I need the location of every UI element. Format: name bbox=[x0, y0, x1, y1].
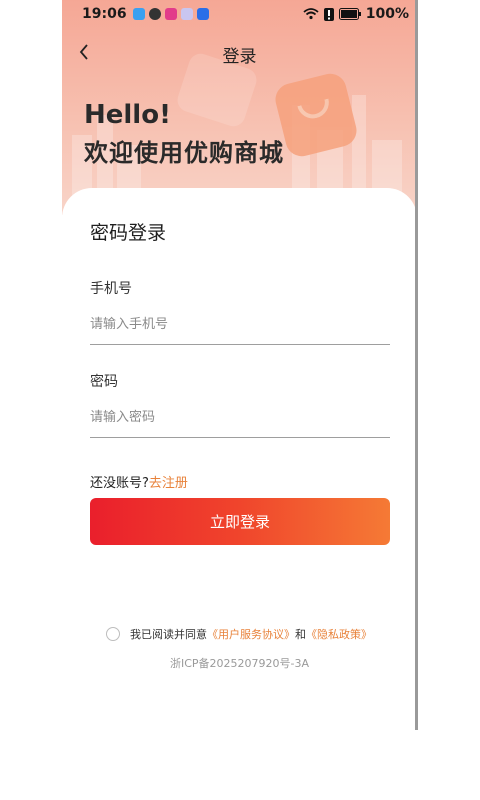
app-notification-icon bbox=[164, 8, 177, 20]
status-bar: 19:06 100% bbox=[62, 0, 417, 28]
wifi-icon bbox=[303, 8, 319, 20]
agreement-and: 和 bbox=[295, 628, 306, 641]
status-time: 19:06 bbox=[82, 6, 127, 22]
no-account-text: 还没账号? bbox=[90, 476, 149, 491]
agreement-row: 我已阅读并同意 《用户服务协议》 和 《隐私政策》 bbox=[106, 626, 372, 642]
icp-record: 浙ICP备2025207920号-3A bbox=[169, 657, 310, 670]
password-label: 密码 bbox=[90, 374, 118, 390]
login-title: 密码登录 bbox=[90, 222, 167, 244]
app-notification-icon bbox=[196, 8, 209, 20]
hello-heading: Hello! bbox=[84, 100, 171, 130]
battery-percent: 100% bbox=[365, 6, 409, 22]
login-button[interactable]: 立即登录 bbox=[90, 498, 390, 545]
password-input[interactable] bbox=[90, 398, 390, 438]
agree-checkbox[interactable] bbox=[106, 627, 120, 641]
phone-input[interactable] bbox=[90, 305, 390, 345]
login-card: 密码登录 手机号 密码 还没账号?去注册 立即登录 我已阅读并同意 《用户服务协… bbox=[62, 188, 417, 730]
user-agreement-link[interactable]: 《用户服务协议》 bbox=[207, 626, 295, 642]
privacy-policy-link[interactable]: 《隐私政策》 bbox=[306, 626, 372, 642]
page-title: 登录 bbox=[222, 47, 257, 67]
app-notification-icon bbox=[132, 8, 145, 20]
register-link[interactable]: 去注册 bbox=[149, 476, 188, 491]
app-notification-icon bbox=[148, 8, 161, 20]
welcome-heading: 欢迎使用优购商城 bbox=[84, 139, 284, 167]
scrollbar-edge bbox=[415, 0, 418, 730]
login-screen: 19:06 100% 登录 Hello! 欢迎使用优购商城 密码登录 手机号 请… bbox=[62, 0, 417, 730]
phone-label: 手机号 bbox=[90, 281, 132, 297]
app-notification-icon bbox=[180, 8, 193, 20]
register-prompt: 还没账号?去注册 bbox=[90, 472, 188, 491]
agreement-prefix: 我已阅读并同意 bbox=[130, 628, 207, 641]
battery-icon bbox=[338, 8, 361, 20]
alert-icon bbox=[323, 7, 334, 21]
